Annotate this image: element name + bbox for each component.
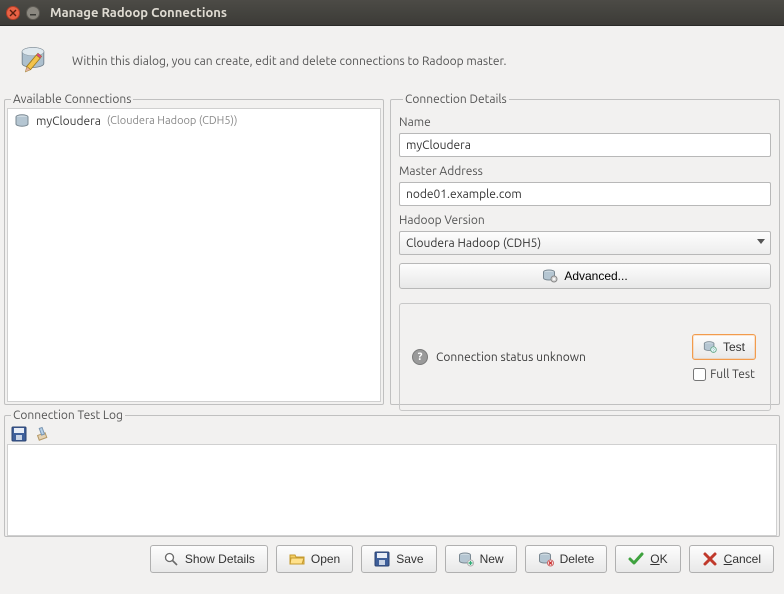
available-connections-fieldset: Available Connections myCloudera (Cloude…: [4, 93, 384, 405]
log-textarea[interactable]: [7, 444, 777, 536]
show-details-label: Show Details: [185, 552, 255, 566]
question-icon: ?: [412, 349, 428, 365]
connection-details-legend: Connection Details: [403, 93, 509, 106]
connection-status-box: ? Connection status unknown ? Test Full …: [399, 303, 771, 411]
hadoop-version-label: Hadoop Version: [399, 214, 771, 227]
open-label: Open: [311, 552, 340, 566]
dialog-description: Within this dialog, you can create, edit…: [72, 55, 506, 68]
connection-item-extra: (Cloudera Hadoop (CDH5)): [107, 115, 238, 127]
connections-list[interactable]: myCloudera (Cloudera Hadoop (CDH5)): [7, 108, 381, 402]
dialog-header: Within this dialog, you can create, edit…: [0, 26, 784, 93]
cancel-label: Cancel: [724, 552, 761, 566]
master-address-label: Master Address: [399, 165, 771, 178]
close-icon[interactable]: [6, 6, 20, 20]
connection-status-text: Connection status unknown: [436, 351, 586, 364]
full-test-checkbox-row[interactable]: Full Test: [693, 368, 755, 381]
floppy-icon: [374, 551, 390, 567]
database-icon: [14, 113, 30, 129]
master-address-input[interactable]: [399, 182, 771, 206]
cancel-icon: [702, 551, 718, 567]
check-icon: [628, 551, 644, 567]
connection-test-log-legend: Connection Test Log: [11, 409, 125, 422]
available-connections-legend: Available Connections: [11, 93, 133, 106]
connection-item-name: myCloudera: [36, 115, 101, 128]
minimize-icon[interactable]: [26, 6, 40, 20]
delete-label: Delete: [560, 552, 595, 566]
connection-item[interactable]: myCloudera (Cloudera Hadoop (CDH5)): [8, 109, 380, 133]
database-edit-icon: [18, 40, 58, 83]
new-label: New: [480, 552, 504, 566]
save-label: Save: [396, 552, 423, 566]
dialog-button-bar: Show Details Open Save New Delete OK C: [0, 537, 784, 581]
save-button[interactable]: Save: [361, 545, 436, 573]
folder-open-icon: [289, 551, 305, 567]
ok-button[interactable]: OK: [615, 545, 680, 573]
new-button[interactable]: New: [445, 545, 517, 573]
advanced-button[interactable]: Advanced...: [399, 263, 771, 289]
test-button[interactable]: ? Test: [692, 334, 756, 360]
advanced-button-label: Advanced...: [564, 269, 627, 283]
delete-button[interactable]: Delete: [525, 545, 608, 573]
magnifier-icon: [163, 551, 179, 567]
database-delete-icon: [538, 551, 554, 567]
connection-details-fieldset: Connection Details Name Master Address H…: [390, 93, 780, 405]
cancel-button[interactable]: Cancel: [689, 545, 774, 573]
open-button[interactable]: Open: [276, 545, 353, 573]
database-check-icon: ?: [703, 339, 717, 355]
full-test-label: Full Test: [710, 368, 755, 381]
connection-test-log-fieldset: Connection Test Log: [4, 409, 780, 537]
database-gear-icon: [542, 268, 558, 284]
window-titlebar: Manage Radoop Connections: [0, 0, 784, 26]
show-details-button[interactable]: Show Details: [150, 545, 268, 573]
name-label: Name: [399, 116, 771, 129]
test-button-label: Test: [723, 340, 745, 354]
full-test-checkbox[interactable]: [693, 368, 706, 381]
window-title: Manage Radoop Connections: [50, 6, 227, 20]
clear-log-icon[interactable]: [35, 426, 51, 442]
hadoop-version-select[interactable]: [399, 231, 771, 255]
name-input[interactable]: [399, 133, 771, 157]
save-log-icon[interactable]: [11, 426, 27, 442]
database-new-icon: [458, 551, 474, 567]
ok-label: OK: [650, 552, 667, 566]
